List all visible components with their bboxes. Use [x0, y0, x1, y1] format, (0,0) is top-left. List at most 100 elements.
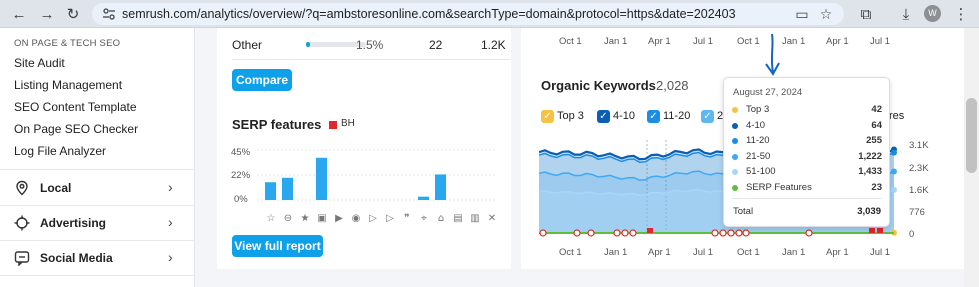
- tooltip-row-label: 21-50: [746, 150, 771, 162]
- google-update-marker[interactable]: [735, 229, 743, 237]
- serp-bar[interactable]: [418, 196, 429, 200]
- sidebar-heading: ON PAGE & TECH SEO: [14, 38, 121, 49]
- sidebar-item-seo-content-template[interactable]: SEO Content Template: [14, 100, 137, 114]
- serp-features-chart: ☆ ⊖ ★ ▣ ▶ ◉ ▷ ▷ ❞ ⌖ ⌂ ▤ ▥ ✕: [257, 149, 497, 224]
- sidebar-section-advertising[interactable]: Advertising ›: [0, 206, 195, 240]
- image-icon[interactable]: ▣: [317, 213, 326, 224]
- tooltip-row: Top 3 42: [732, 104, 882, 118]
- sidebar-item-site-audit[interactable]: Site Audit: [14, 56, 65, 70]
- x-logo-icon[interactable]: ✕: [488, 213, 496, 224]
- quote-icon[interactable]: ❞: [404, 213, 409, 224]
- reload-icon[interactable]: ↻: [62, 3, 84, 25]
- 21-50-checkbox[interactable]: ✓: [701, 110, 714, 123]
- video-icon[interactable]: ◉: [352, 213, 361, 224]
- star-outline-icon[interactable]: ☆: [267, 213, 276, 224]
- crosshair-icon: [14, 215, 30, 231]
- legend-swatch: [329, 121, 337, 129]
- star-icon[interactable]: ★: [301, 213, 310, 224]
- series-end-dot[interactable]: [891, 149, 897, 156]
- date-tick: Jul 1: [693, 247, 714, 258]
- google-update-marker[interactable]: [805, 229, 813, 237]
- sidebar-item-listing-management[interactable]: Listing Management: [14, 78, 122, 92]
- sidebar-section-label: Local: [40, 181, 72, 195]
- menu-kebab-icon[interactable]: ⋮: [950, 3, 972, 25]
- google-update-marker[interactable]: [742, 229, 750, 237]
- profile-avatar[interactable]: W: [924, 5, 941, 22]
- tooltip-row-label: 51-100: [746, 166, 776, 177]
- date-tick: Jul 1: [870, 36, 891, 47]
- serp-bar[interactable]: [282, 177, 293, 200]
- serp-bar[interactable]: [265, 182, 276, 200]
- serp-bar[interactable]: [435, 174, 446, 200]
- flag-marker[interactable]: [877, 228, 883, 233]
- google-update-marker[interactable]: [539, 229, 547, 237]
- flag-marker[interactable]: [647, 228, 653, 233]
- chevron-right-icon: ›: [168, 179, 173, 195]
- y-tick: 22%: [231, 170, 251, 181]
- y-tick: 3.1K: [909, 140, 929, 151]
- google-update-marker[interactable]: [719, 229, 727, 237]
- play-box-icon[interactable]: ▷: [369, 213, 377, 224]
- sidebar: ON PAGE & TECH SEO Site Audit Listing Ma…: [0, 28, 195, 287]
- serp-features-checkbox-label-partial: res: [889, 110, 905, 122]
- date-tick: Jan 1: [782, 247, 806, 258]
- cast-icon[interactable]: ▭: [794, 6, 810, 22]
- back-arrow-icon[interactable]: ←: [8, 3, 30, 25]
- briefcase-icon[interactable]: ▥: [470, 213, 479, 224]
- traffic-panel: Other 1.5% 22 1.2K Compare SERP features…: [217, 28, 511, 269]
- play-box-icon[interactable]: ▷: [386, 213, 394, 224]
- graduation-cap-icon[interactable]: ⌂: [438, 213, 444, 224]
- date-tick: Oct 1: [737, 247, 760, 258]
- date-tick: Oct 1: [737, 36, 760, 47]
- serp-bar[interactable]: [316, 157, 327, 200]
- organic-keywords-count: 2,028: [656, 78, 689, 93]
- view-full-report-button[interactable]: View full report: [232, 235, 323, 257]
- 11-20-checkbox[interactable]: ✓: [647, 110, 660, 123]
- sidebar-item-on-page-seo-checker[interactable]: On Page SEO Checker: [14, 122, 138, 136]
- google-update-marker[interactable]: [711, 229, 719, 237]
- page-scrollbar[interactable]: [964, 28, 979, 287]
- legend-dot: [732, 184, 738, 191]
- divider: [732, 198, 882, 199]
- document-icon[interactable]: ▤: [453, 213, 462, 224]
- serp-legend-label: BH: [341, 118, 355, 129]
- forward-arrow-icon[interactable]: →: [36, 3, 58, 25]
- date-tick: Apr 1: [648, 247, 671, 258]
- 4-10-checkbox[interactable]: ✓: [597, 110, 610, 123]
- url-text[interactable]: semrush.com/analytics/overview/?q=ambsto…: [122, 7, 736, 21]
- y-tick: 45%: [231, 147, 251, 158]
- other-row-traffic: 1.2K: [481, 38, 506, 52]
- other-share-bar-fill: [306, 42, 310, 47]
- divider: [232, 59, 511, 60]
- map-pin-icon[interactable]: ⌖: [421, 213, 427, 224]
- series-end-dot[interactable]: [891, 186, 897, 193]
- site-settings-icon[interactable]: [102, 7, 116, 21]
- legend-dot: [732, 169, 738, 175]
- y-tick: 776: [909, 207, 925, 218]
- google-update-marker[interactable]: [727, 229, 735, 237]
- sidebar-section-social-media[interactable]: Social Media ›: [0, 241, 195, 275]
- google-update-marker[interactable]: [629, 229, 637, 237]
- google-update-marker[interactable]: [621, 229, 629, 237]
- link-icon[interactable]: ⊖: [284, 213, 292, 224]
- google-update-marker[interactable]: [573, 229, 581, 237]
- other-row-percent: 1.5%: [356, 38, 384, 52]
- bookmark-star-icon[interactable]: ☆: [818, 6, 834, 22]
- google-update-marker[interactable]: [587, 229, 595, 237]
- download-icon[interactable]: ⤓: [895, 3, 917, 25]
- flag-marker[interactable]: [869, 228, 875, 233]
- chevron-right-icon: ›: [168, 249, 173, 265]
- series-end-dot[interactable]: [891, 168, 897, 175]
- video-play-icon[interactable]: ▶: [335, 213, 343, 224]
- top3-checkbox[interactable]: ✓: [541, 110, 554, 123]
- sidebar-section-local[interactable]: Local ›: [0, 171, 195, 205]
- sidebar-item-log-file-analyzer[interactable]: Log File Analyzer: [14, 144, 106, 158]
- scrollbar-thumb[interactable]: [966, 98, 977, 173]
- y-tick: 2.3K: [909, 163, 929, 174]
- other-row-label: Other: [232, 38, 263, 52]
- google-update-marker[interactable]: [613, 229, 621, 237]
- address-bar[interactable]: semrush.com/analytics/overview/?q=ambsto…: [92, 3, 844, 25]
- extensions-icon[interactable]: ⧉: [855, 3, 877, 25]
- tooltip-total-value: 3,039: [857, 206, 881, 217]
- compare-button[interactable]: Compare: [232, 69, 292, 91]
